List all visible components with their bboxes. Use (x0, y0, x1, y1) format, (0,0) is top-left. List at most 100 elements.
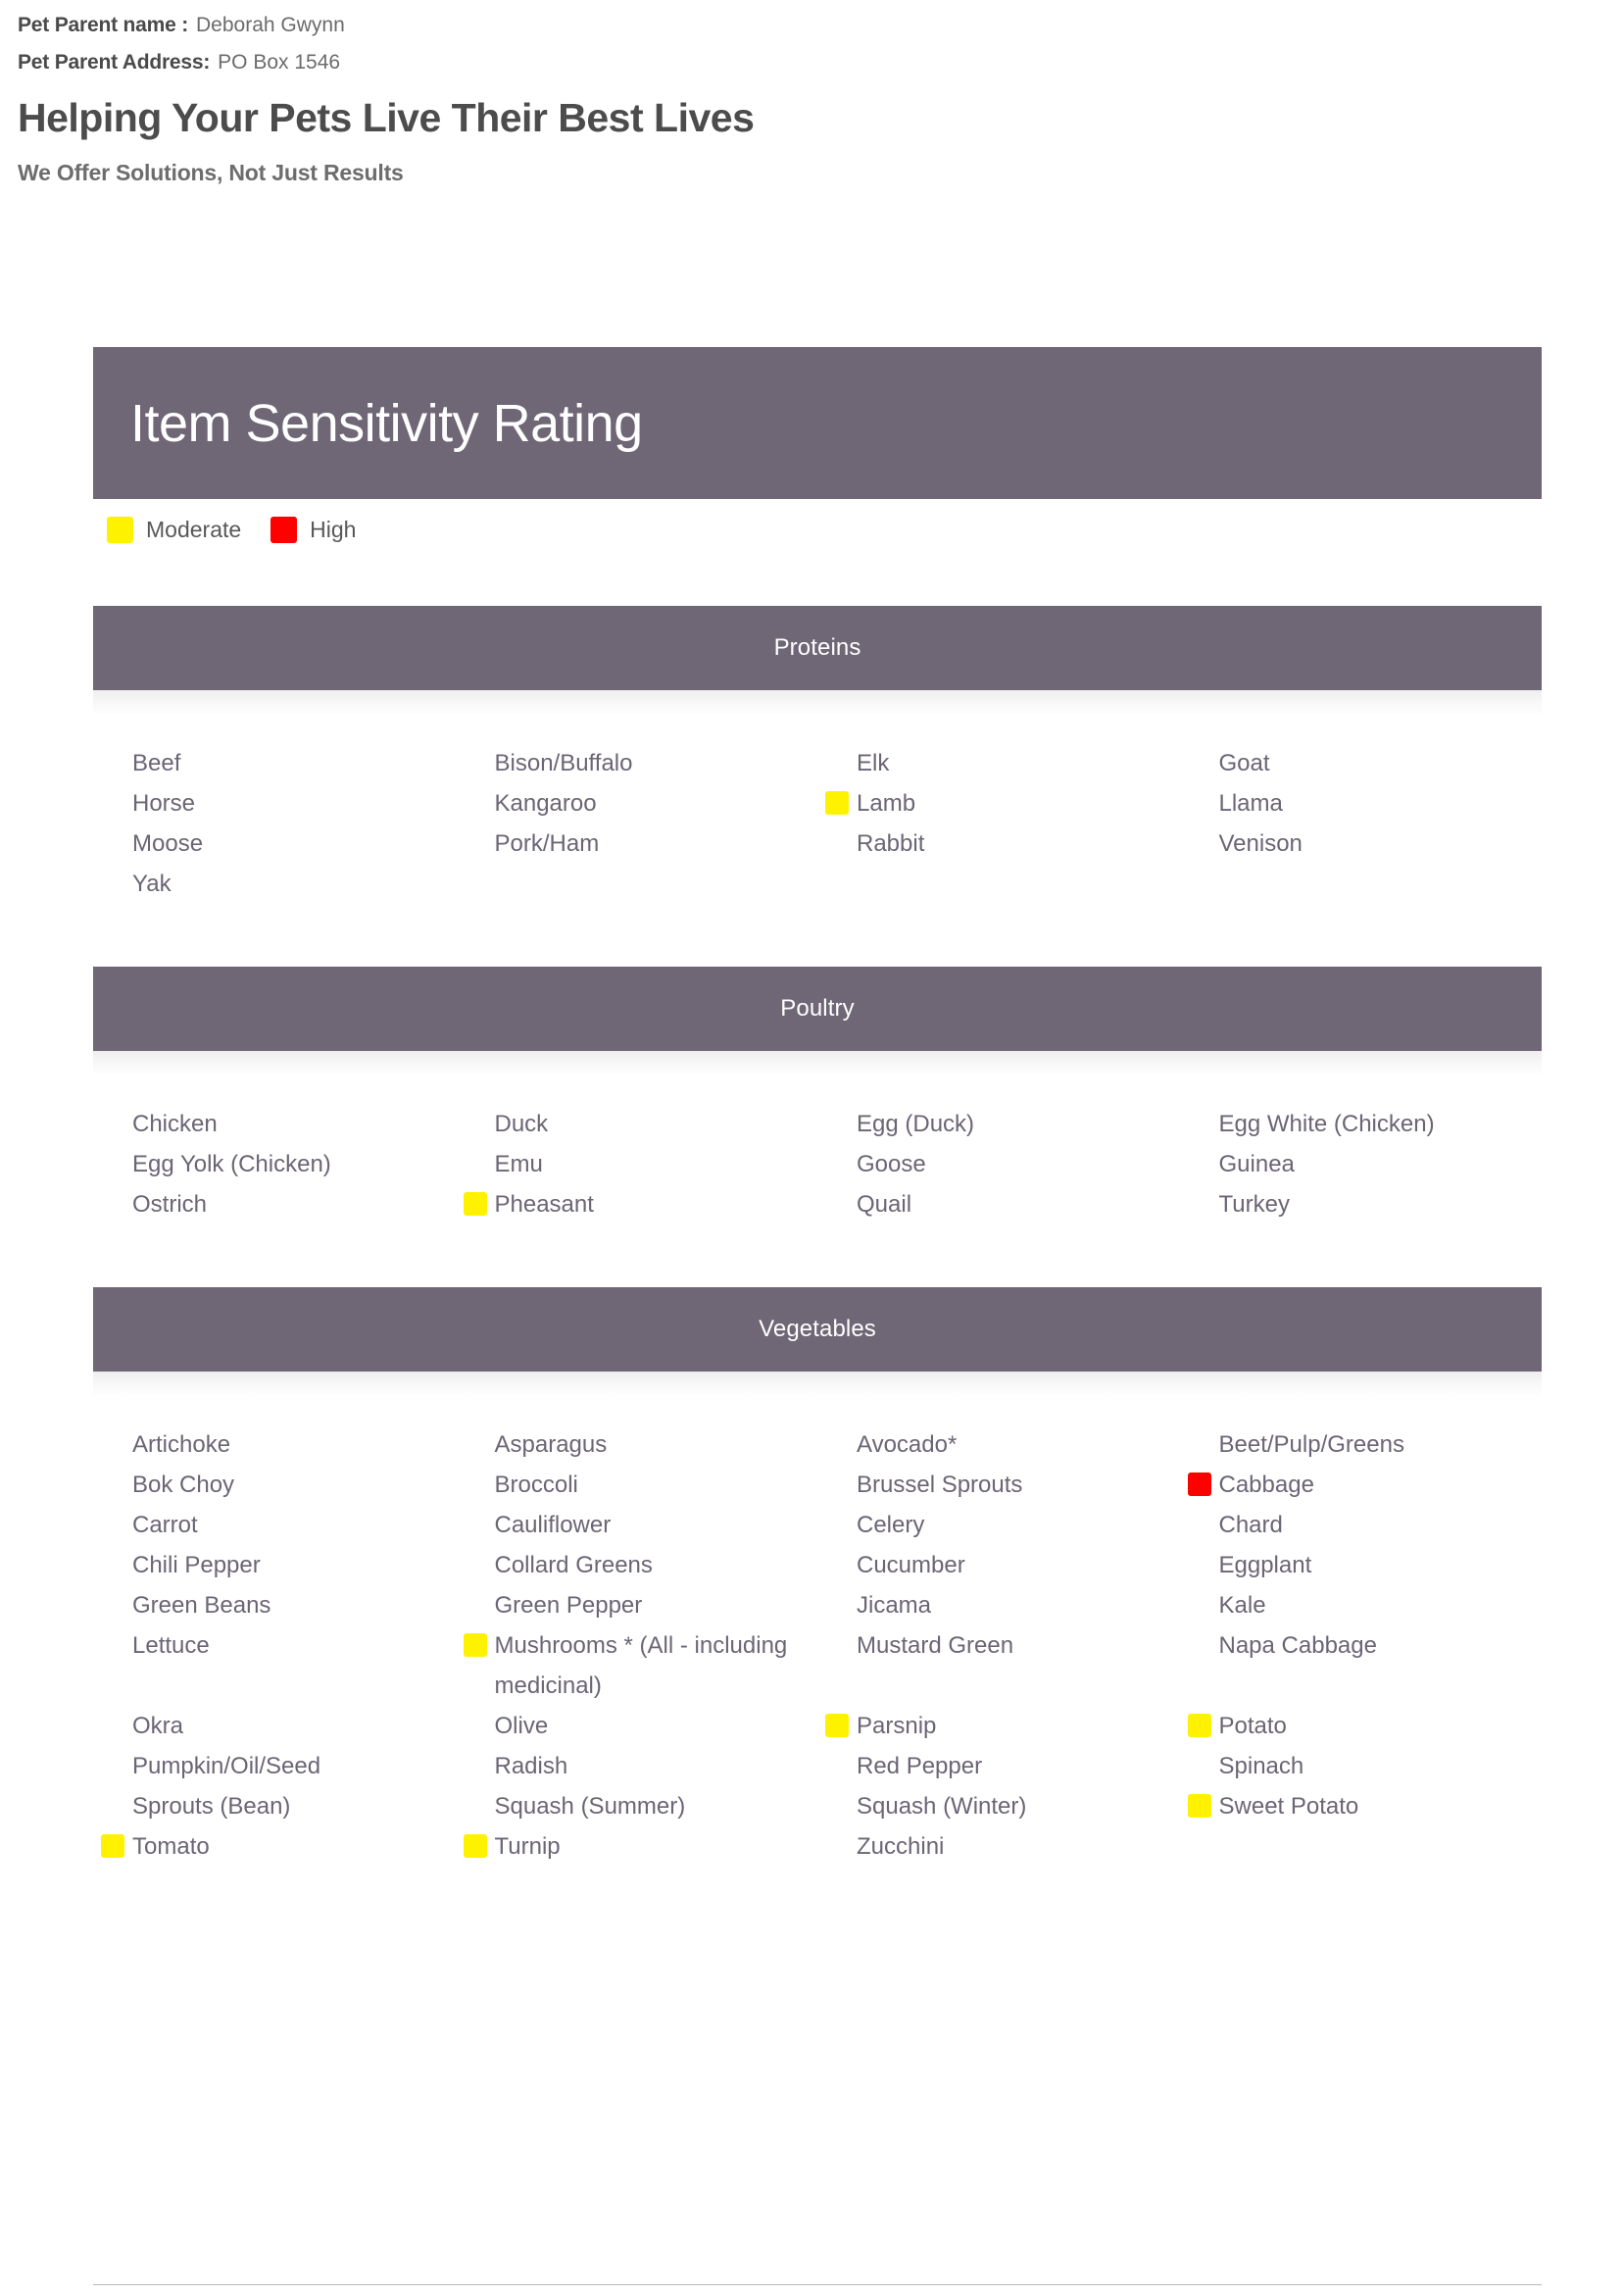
list-item[interactable]: Tomato (101, 1826, 456, 1867)
section-body: Chicken Egg Yolk (Chicken) Ostrich Duck Emu P… (93, 1076, 1542, 1224)
list-item[interactable]: Squash (Summer) (464, 1786, 818, 1826)
list-item[interactable]: Cabbage (1187, 1465, 1543, 1505)
pet-parent-address-row: Pet Parent Address: PO Box 1546 (18, 37, 1623, 75)
list-item[interactable]: Green Beans (101, 1585, 456, 1625)
list-item[interactable]: Sweet Potato (1187, 1786, 1543, 1826)
list-item[interactable]: Broccoli (464, 1465, 818, 1505)
list-item[interactable]: Egg Yolk (Chicken) (101, 1144, 456, 1184)
list-item[interactable]: Beet/Pulp/Greens (1188, 1424, 1543, 1465)
list-item[interactable]: Pork/Ham (464, 824, 818, 864)
item-label: Elk (857, 750, 890, 776)
category-sections: Proteins Beef Horse Moose Yak Bison/Buffalo Ka… (93, 606, 1542, 1867)
item-label: Cucumber (857, 1552, 965, 1578)
list-item[interactable]: Mustard Green (825, 1625, 1180, 1666)
list-item[interactable]: Red Pepper (825, 1746, 1180, 1786)
list-item[interactable]: Olive (464, 1706, 818, 1746)
moderate-rating-swatch-icon (1187, 1714, 1211, 1737)
list-item[interactable]: Squash (Winter) (825, 1786, 1180, 1826)
no-rating-swatch-icon (825, 1432, 849, 1456)
item-spacer (1188, 1666, 1543, 1706)
no-rating-swatch-icon (464, 1714, 487, 1737)
legend-swatch-moderate-icon (107, 517, 133, 543)
list-item[interactable]: Asparagus (464, 1424, 818, 1465)
list-item[interactable]: Artichoke (101, 1424, 456, 1465)
item-column: Chicken Egg Yolk (Chicken) Ostrich (93, 1104, 456, 1224)
list-item[interactable]: Lamb (825, 783, 1180, 824)
list-item[interactable]: Llama (1188, 783, 1543, 824)
list-item[interactable]: Ostrich (101, 1184, 456, 1224)
item-label: Bok Choy (132, 1472, 235, 1498)
list-item[interactable]: Kangaroo (464, 783, 818, 824)
list-item[interactable]: Chicken (101, 1104, 456, 1144)
item-label: Goat (1218, 750, 1270, 776)
item-label: Yak (132, 871, 172, 897)
item-column: Beef Horse Moose Yak (93, 743, 456, 904)
list-item[interactable]: Pumpkin/Oil/Seed (101, 1746, 456, 1786)
item-label: Chicken (132, 1111, 218, 1137)
list-item[interactable]: Zucchini (825, 1826, 1180, 1867)
no-rating-swatch-icon (1188, 1673, 1211, 1697)
list-item[interactable]: Rabbit (825, 824, 1180, 864)
list-item[interactable]: Cauliflower (464, 1505, 818, 1545)
list-item[interactable]: Brussel Sprouts (825, 1465, 1180, 1505)
list-item[interactable]: Beef (101, 743, 456, 783)
footer-divider (93, 2284, 1542, 2285)
list-item[interactable]: Sprouts (Bean) (101, 1786, 456, 1826)
legend-label: High (310, 517, 357, 542)
no-rating-swatch-icon (1188, 1633, 1211, 1657)
list-item[interactable]: Horse (101, 783, 456, 824)
list-item[interactable]: Napa Cabbage (1188, 1625, 1543, 1666)
item-label: Quail (857, 1191, 912, 1218)
item-column: Duck Emu Pheasant (456, 1104, 818, 1224)
list-item[interactable]: Chard (1188, 1505, 1543, 1545)
list-item[interactable]: Collard Greens (464, 1545, 818, 1585)
list-item[interactable]: Emu (464, 1144, 818, 1184)
item-label: Rabbit (857, 830, 925, 857)
list-item[interactable]: Elk (825, 743, 1180, 783)
item-label: Broccoli (494, 1472, 578, 1498)
list-item[interactable]: Lettuce (101, 1625, 456, 1666)
list-item[interactable]: Cucumber (825, 1545, 1180, 1585)
list-item[interactable]: Guinea (1188, 1144, 1543, 1184)
list-item[interactable]: Okra (101, 1706, 456, 1746)
list-item[interactable]: Pheasant (463, 1184, 818, 1224)
item-column: Bison/Buffalo Kangaroo Pork/Ham (456, 743, 818, 904)
list-item[interactable]: Jicama (825, 1585, 1180, 1625)
list-item[interactable]: Turnip (463, 1826, 818, 1867)
item-column: Elk Lamb Rabbit (817, 743, 1180, 904)
list-item[interactable]: Egg (Duck) (825, 1104, 1180, 1144)
list-item[interactable]: Yak (101, 864, 456, 904)
item-label: Eggplant (1218, 1552, 1312, 1578)
list-item[interactable]: Parsnip (825, 1706, 1180, 1746)
item-label: Ostrich (132, 1191, 208, 1218)
list-item[interactable]: Mushrooms * (All - including medicinal) (463, 1625, 818, 1706)
list-item[interactable]: Avocado* (825, 1424, 1180, 1465)
list-item[interactable]: Bok Choy (101, 1465, 456, 1505)
list-item[interactable]: Spinach (1188, 1746, 1543, 1786)
list-item[interactable]: Egg White (Chicken) (1188, 1104, 1543, 1144)
list-item[interactable]: Goose (825, 1144, 1180, 1184)
no-rating-swatch-icon (464, 1754, 487, 1777)
list-item[interactable]: Kale (1188, 1585, 1543, 1625)
list-item[interactable]: Radish (464, 1746, 818, 1786)
high-rating-swatch-icon (1187, 1472, 1211, 1496)
item-label: Potato (1218, 1713, 1287, 1739)
list-item[interactable]: Turkey (1188, 1184, 1543, 1224)
item-label: Venison (1218, 830, 1303, 857)
list-item[interactable]: Potato (1187, 1706, 1543, 1746)
no-rating-swatch-icon (101, 1714, 124, 1737)
list-item[interactable]: Carrot (101, 1505, 456, 1545)
list-item[interactable]: Moose (101, 824, 456, 864)
list-item[interactable]: Goat (1188, 743, 1543, 783)
list-item[interactable]: Eggplant (1188, 1545, 1543, 1585)
list-item[interactable]: Venison (1188, 824, 1543, 864)
section-header-poultry: Poultry (93, 967, 1542, 1051)
list-item[interactable]: Chili Pepper (101, 1545, 456, 1585)
no-rating-swatch-icon (464, 1112, 487, 1135)
list-item[interactable]: Green Pepper (464, 1585, 818, 1625)
list-item[interactable]: Quail (825, 1184, 1180, 1224)
list-item[interactable]: Celery (825, 1505, 1180, 1545)
item-column: Egg White (Chicken) Guinea Turkey (1180, 1104, 1543, 1224)
list-item[interactable]: Bison/Buffalo (464, 743, 818, 783)
list-item[interactable]: Duck (464, 1104, 818, 1144)
